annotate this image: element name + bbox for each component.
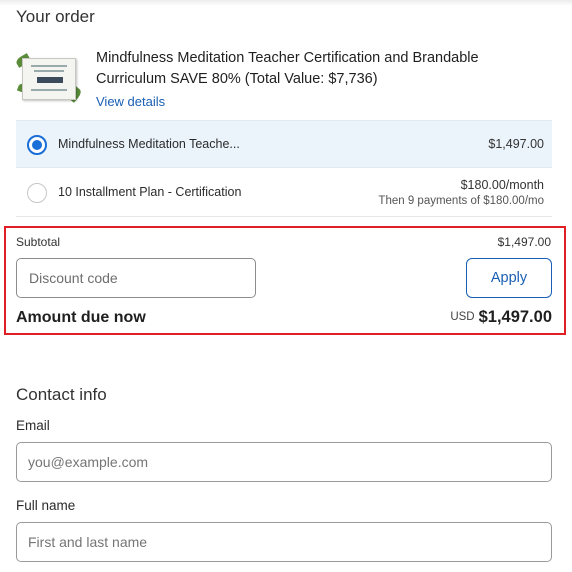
plan-price: $1,497.00 [488,137,544,151]
email-label: Email [16,418,50,433]
amount-due-currency: USD [450,311,475,323]
email-field[interactable] [16,442,552,482]
header-shadow [0,0,572,6]
plan-installment-note: Then 9 payments of $180.00/mo [378,195,544,207]
full-name-field[interactable] [16,522,552,562]
radio-unselected-icon[interactable] [27,183,47,203]
amount-due: USD $1,497.00 [450,308,552,327]
certificate-image [22,58,76,100]
certificate-line [31,89,67,91]
plan-option-full-payment[interactable]: Mindfulness Meditation Teache... $1,497.… [16,120,552,168]
plan-price: $180.00/month [460,178,544,192]
plan-option-installment[interactable]: 10 Installment Plan - Certification $180… [16,169,552,217]
apply-discount-button[interactable]: Apply [466,258,552,298]
plan-label: Mindfulness Meditation Teache... [58,137,240,151]
certificate-title-bar [37,77,63,83]
certificate-line [31,65,67,67]
amount-due-label: Amount due now [16,309,146,326]
amount-due-value: $1,497.00 [478,308,552,326]
discount-code-input[interactable] [16,258,256,298]
contact-section-title: Contact info [16,385,107,404]
subtotal-label: Subtotal [16,235,61,249]
order-product: Mindfulness Meditation Teacher Certifica… [14,46,554,116]
product-thumbnail [14,53,83,108]
order-section-title: Your order [16,7,95,26]
full-name-label: Full name [16,498,76,513]
radio-selected-icon[interactable] [27,135,47,155]
subtotal-value: $1,497.00 [497,235,551,249]
product-name: Mindfulness Meditation Teacher Certifica… [96,50,479,87]
certificate-line [34,70,64,72]
view-details-link[interactable]: View details [96,94,165,109]
plan-label: 10 Installment Plan - Certification [58,185,242,199]
